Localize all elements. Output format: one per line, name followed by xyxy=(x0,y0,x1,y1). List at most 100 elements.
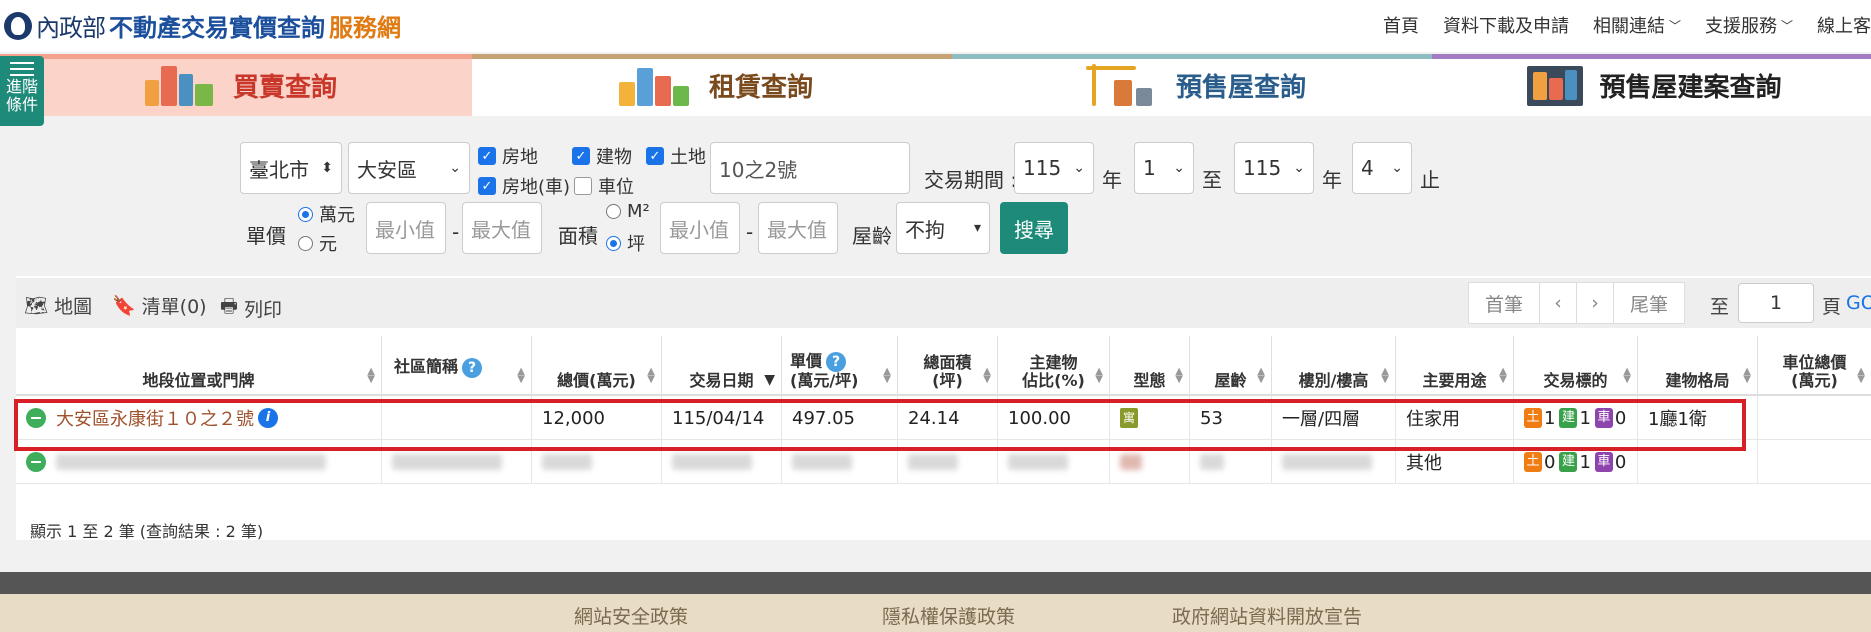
tab-rent-query[interactable]: 租賃查詢 xyxy=(472,54,952,116)
sort-icon: ▲ ▼ xyxy=(1623,366,1631,385)
checkbox-land-building-parking[interactable]: ✓ 房地(車) xyxy=(478,173,570,199)
footer-link-open-data[interactable]: 政府網站資料開放宣告 xyxy=(1172,602,1362,629)
search-button[interactable]: 搜尋 xyxy=(1000,202,1068,254)
sort-icon: ▲ ▼ xyxy=(883,366,891,385)
col-age[interactable]: 屋齡 ▲ ▼ xyxy=(1190,336,1272,396)
sort-icon: ▲ ▼ xyxy=(983,366,991,385)
area-min-input[interactable]: 最小值 xyxy=(660,202,740,254)
prev-page-button[interactable]: ‹ xyxy=(1539,282,1577,324)
info-icon[interactable]: i xyxy=(258,408,278,428)
redacted-text xyxy=(1008,454,1068,470)
result-count: 顯示 1 至 2 筆 (查詢結果 : 2 筆) xyxy=(30,522,264,541)
top-navigation: 首頁 資料下載及申請 相關連結 ﹀ 支援服務 ﹀ 線上客 xyxy=(1383,12,1871,38)
first-page-button[interactable]: 首筆 xyxy=(1468,282,1540,324)
table-row[interactable]: 其他 土0 建1 車0 xyxy=(16,440,1871,484)
col-usage[interactable]: 主要用途 ▲ ▼ xyxy=(1396,336,1514,396)
help-icon[interactable]: ? xyxy=(826,352,847,372)
cell-age xyxy=(1190,440,1272,484)
site-logo[interactable]: 內政部 不動產交易實價查詢 服務網 xyxy=(4,8,401,43)
chevron-down-icon: ⌄ xyxy=(1073,160,1085,176)
cell-floor: 一層/四層 xyxy=(1272,396,1396,440)
col-date[interactable]: 交易日期 ▼ xyxy=(662,336,782,396)
checkbox-parking[interactable]: 車位 xyxy=(574,173,634,199)
radio-unselected-icon xyxy=(298,235,313,251)
col-main-ratio[interactable]: 主建物 佔比(%) ▲ ▼ xyxy=(998,336,1110,396)
sort-icon: ▲ ▼ xyxy=(1381,366,1389,385)
pagination: 首筆 ‹ › 尾筆 xyxy=(1468,282,1685,324)
caret-down-icon: ▾ xyxy=(973,220,981,236)
go-button[interactable]: GO xyxy=(1846,292,1871,314)
parking-tag: 車 xyxy=(1594,452,1613,472)
advanced-conditions-button[interactable]: 進階 條件 xyxy=(0,56,44,126)
tab-presale-query[interactable]: 預售屋查詢 xyxy=(952,54,1432,116)
radio-unit-yuan[interactable]: 元 xyxy=(298,230,337,256)
to-year-select[interactable]: 115 ⌄ xyxy=(1234,142,1314,194)
checkbox-building[interactable]: ✓ 建物 xyxy=(572,143,632,169)
nav-related-links[interactable]: 相關連結 ﹀ xyxy=(1593,12,1681,38)
collapse-icon[interactable] xyxy=(26,408,46,428)
cell-floor xyxy=(1272,440,1396,484)
next-page-button[interactable]: › xyxy=(1576,282,1614,324)
radio-area-m2[interactable]: M² xyxy=(606,201,650,222)
nav-home[interactable]: 首頁 xyxy=(1383,12,1419,38)
list-button[interactable]: 🔖 清單(0) xyxy=(112,292,207,319)
address-keyword-input[interactable]: 10之2號 xyxy=(710,142,910,194)
chevron-left-icon: ‹ xyxy=(1554,292,1562,314)
footer-link-security[interactable]: 網站安全政策 xyxy=(574,602,688,629)
checkbox-land[interactable]: ✓ 土地 xyxy=(646,143,706,169)
to-label: 至 xyxy=(1202,168,1222,192)
building-tag: 建 xyxy=(1559,452,1578,472)
chevron-down-icon: ⌄ xyxy=(1293,160,1305,176)
col-community[interactable]: 社區簡稱 ? ▲ ▼ xyxy=(382,336,532,396)
from-month-select[interactable]: 1 ⌄ xyxy=(1134,142,1194,194)
cell-main-ratio: 100.00 xyxy=(998,396,1110,440)
radio-unit-wan[interactable]: 萬元 xyxy=(298,201,355,227)
range-dash-2: - xyxy=(746,220,754,244)
cell-usage: 其他 xyxy=(1396,440,1514,484)
col-parking-price[interactable]: 車位總價 (萬元) ▲ ▼ xyxy=(1758,336,1871,396)
from-year-select[interactable]: 115 ⌄ xyxy=(1014,142,1094,194)
unit-price-min-input[interactable]: 最小值 xyxy=(366,202,446,254)
radio-area-ping[interactable]: 坪 xyxy=(606,230,645,256)
city-select[interactable]: 臺北市 ⬍ xyxy=(240,142,342,194)
col-floor[interactable]: 樓別/樓高 ▲ ▼ xyxy=(1272,336,1396,396)
col-layout[interactable]: 建物格局 ▲ ▼ xyxy=(1638,336,1758,396)
col-transaction-target[interactable]: 交易標的 ▲ ▼ xyxy=(1514,336,1638,396)
radio-selected-icon xyxy=(606,235,621,251)
last-page-button[interactable]: 尾筆 xyxy=(1613,282,1685,324)
redacted-text xyxy=(792,454,852,470)
district-select[interactable]: 大安區 ⌄ xyxy=(348,142,470,194)
year-label: 年 xyxy=(1102,168,1122,192)
area-max-input[interactable]: 最大值 xyxy=(758,202,838,254)
map-view-button[interactable]: 🗺 地圖 xyxy=(24,292,92,319)
nav-support[interactable]: 支援服務 ﹀ xyxy=(1705,12,1793,38)
radio-selected-icon xyxy=(298,206,313,222)
nav-download[interactable]: 資料下載及申請 xyxy=(1443,12,1569,38)
col-address[interactable]: 地段位置或門牌 ▲ ▼ xyxy=(16,336,382,396)
results-toolbar: 🗺 地圖 🔖 清單(0) 🖶 列印 首筆 ‹ › 尾筆 至 1 頁 GO xyxy=(16,278,1871,328)
page-number-input[interactable]: 1 xyxy=(1738,283,1814,323)
type-badge: 寓 xyxy=(1120,408,1138,428)
nav-online-service[interactable]: 線上客 xyxy=(1817,12,1871,38)
col-total-price[interactable]: 總價(萬元) ▲ ▼ xyxy=(532,336,662,396)
cell-area xyxy=(898,440,998,484)
project-billboard-icon xyxy=(1521,62,1591,108)
age-select[interactable]: 不拘 ▾ xyxy=(896,202,990,254)
chevron-down-icon: ﹀ xyxy=(1780,18,1793,33)
unit-price-max-input[interactable]: 最大值 xyxy=(462,202,542,254)
col-area[interactable]: 總面積 (坪) ▲ ▼ xyxy=(898,336,998,396)
site-header: 內政部 不動產交易實價查詢 服務網 首頁 資料下載及申請 相關連結 ﹀ 支援服務 ﹀… xyxy=(0,0,1871,52)
col-type[interactable]: 型態 ▲ ▼ xyxy=(1110,336,1190,396)
chevron-right-icon: › xyxy=(1591,292,1599,314)
tab-presale-project-query[interactable]: 預售屋建案查詢 xyxy=(1432,54,1871,116)
checkbox-land-building[interactable]: ✓ 房地 xyxy=(478,143,538,169)
to-month-select[interactable]: 4 ⌄ xyxy=(1352,142,1412,194)
help-icon[interactable]: ? xyxy=(462,358,483,378)
tab-sale-query[interactable]: 買賣查詢 xyxy=(0,54,472,116)
col-unit-price[interactable]: 單價? (萬元/坪) ▲ ▼ xyxy=(782,336,898,396)
collapse-icon[interactable] xyxy=(26,452,46,472)
print-button[interactable]: 🖶 列印 xyxy=(220,292,282,324)
table-row[interactable]: 大安區永康街１０之２號 i 12,000 115/04/14 497.05 24… xyxy=(16,396,1871,440)
footer-link-privacy[interactable]: 隱私權保護政策 xyxy=(882,602,1015,629)
cell-date: 115/04/14 xyxy=(662,396,782,440)
